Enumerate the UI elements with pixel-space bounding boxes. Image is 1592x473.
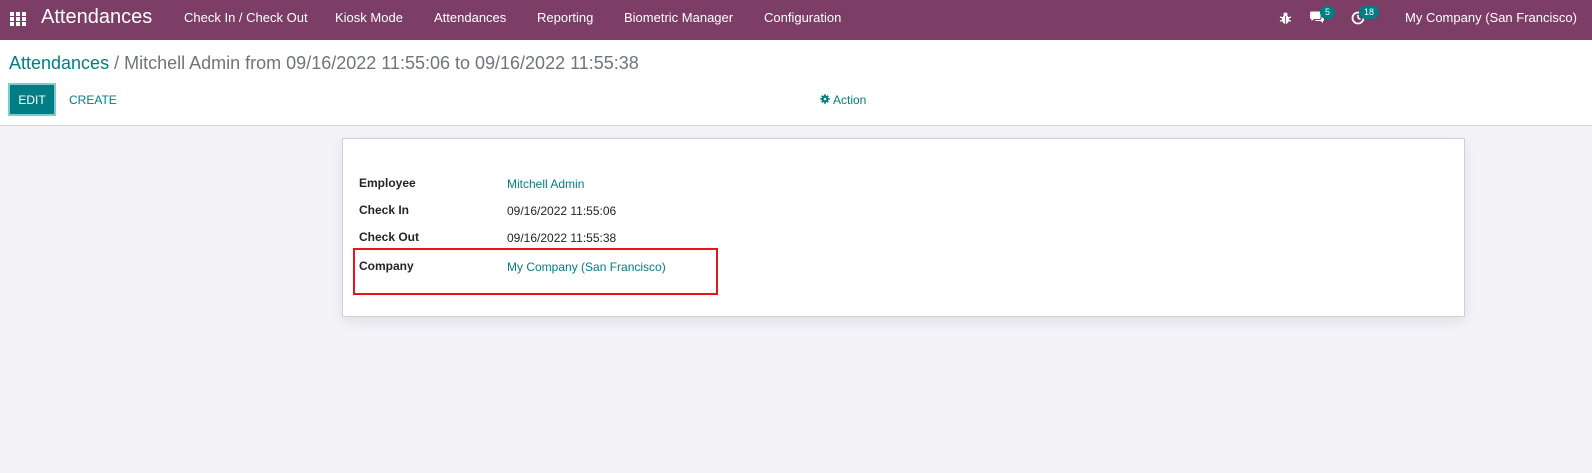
check-in-field: 09/16/2022 11:55:06	[507, 204, 617, 218]
messages-count-badge: 5	[1320, 6, 1336, 19]
check-out-label: Check Out	[359, 230, 420, 244]
menu-reporting[interactable]: Reporting	[537, 10, 593, 25]
control-panel: Attendances / Mitchell Admin from 09/16/…	[0, 40, 1592, 126]
menu-kiosk-mode[interactable]: Kiosk Mode	[335, 10, 403, 25]
apps-menu-icon[interactable]	[10, 12, 26, 26]
action-label: Action	[833, 93, 867, 107]
form-sheet: Employee Mitchell Admin Check In 09/16/2…	[342, 138, 1465, 317]
breadcrumb-separator: /	[114, 53, 120, 73]
breadcrumb-current: Mitchell Admin from 09/16/2022 11:55:06 …	[124, 53, 639, 73]
gear-icon	[820, 93, 830, 107]
create-button[interactable]: CREATE	[69, 93, 117, 107]
company-label: Company	[359, 259, 414, 273]
edit-button[interactable]: EDIT	[8, 83, 56, 116]
action-dropdown[interactable]: Action	[820, 93, 866, 107]
app-brand[interactable]: Attendances	[41, 6, 152, 29]
breadcrumb-parent-link[interactable]: Attendances	[9, 53, 109, 73]
menu-biometric-manager[interactable]: Biometric Manager	[624, 10, 733, 25]
menu-attendances[interactable]: Attendances	[434, 10, 506, 25]
employee-field[interactable]: Mitchell Admin	[507, 177, 584, 191]
activities-count-badge: 18	[1359, 6, 1380, 19]
employee-label: Employee	[359, 176, 416, 190]
top-navbar: Attendances Check In / Check Out Kiosk M…	[0, 0, 1592, 40]
company-field[interactable]: My Company (San Francisco)	[507, 260, 666, 274]
company-switcher[interactable]: My Company (San Francisco)	[1405, 10, 1577, 25]
breadcrumb: Attendances / Mitchell Admin from 09/16/…	[9, 53, 639, 74]
check-out-field: 09/16/2022 11:55:38	[507, 231, 617, 245]
menu-configuration[interactable]: Configuration	[764, 10, 841, 25]
debug-bug-icon[interactable]	[1279, 11, 1292, 30]
menu-check-in-check-out[interactable]: Check In / Check Out	[184, 10, 308, 25]
check-in-label: Check In	[359, 203, 410, 217]
